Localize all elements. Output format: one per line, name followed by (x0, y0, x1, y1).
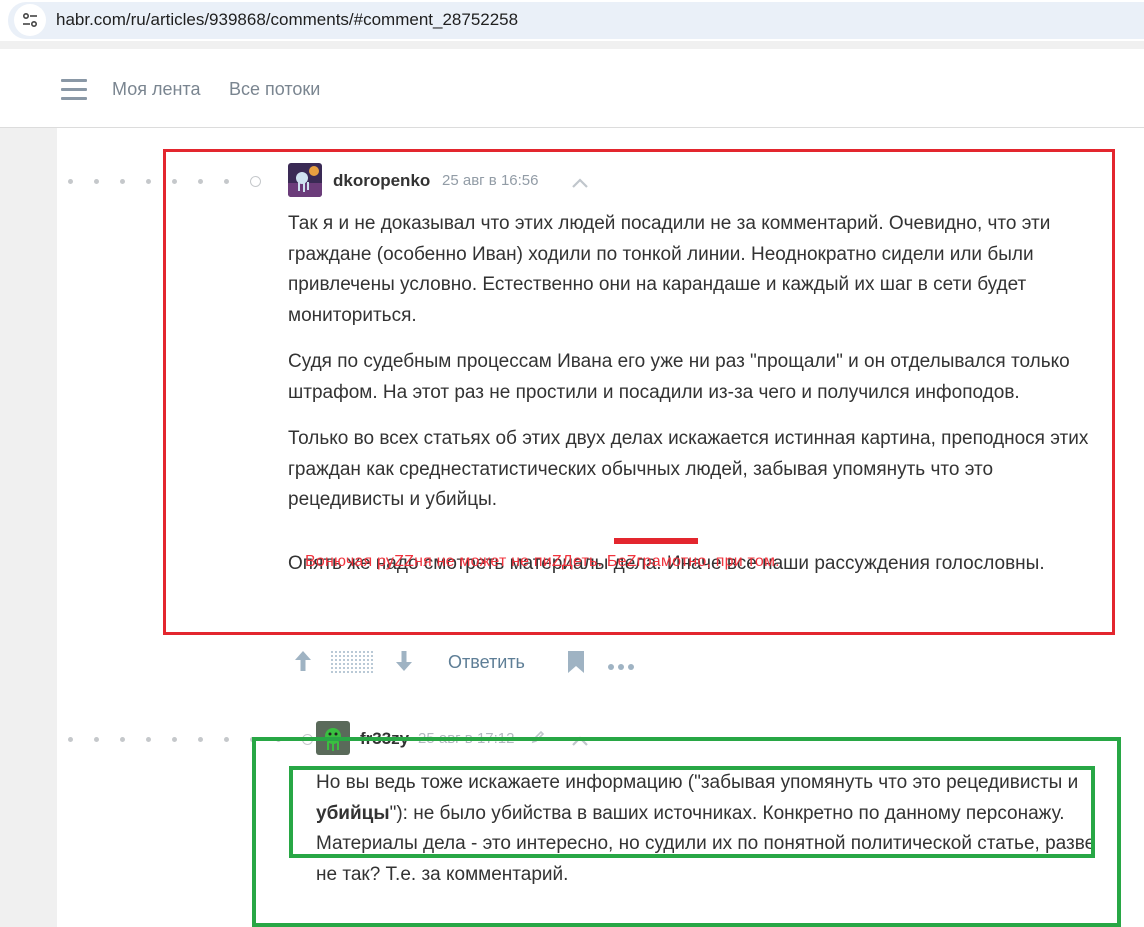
nav-all-flows[interactable]: Все потоки (229, 79, 320, 100)
hamburger-menu-icon[interactable] (61, 79, 87, 101)
site-info-button[interactable] (14, 4, 46, 36)
bookmark-icon[interactable] (567, 650, 585, 679)
url-text[interactable]: habr.com/ru/articles/939868/comments/#co… (56, 10, 518, 30)
reply-button[interactable]: Ответить (448, 652, 525, 673)
site-header: Моя лента Все потоки (0, 49, 1144, 128)
more-dots-icon[interactable] (607, 658, 635, 676)
red-highlight-box (163, 149, 1115, 635)
browser-address-bar: habr.com/ru/articles/939868/comments/#co… (0, 0, 1144, 41)
nav-my-feed[interactable]: Моя лента (112, 79, 200, 100)
tune-icon (22, 12, 38, 28)
green-highlight-box-inner (289, 766, 1095, 858)
arrow-down-icon[interactable] (394, 649, 414, 678)
arrow-up-icon[interactable] (293, 649, 313, 678)
hidden-score (331, 651, 375, 678)
